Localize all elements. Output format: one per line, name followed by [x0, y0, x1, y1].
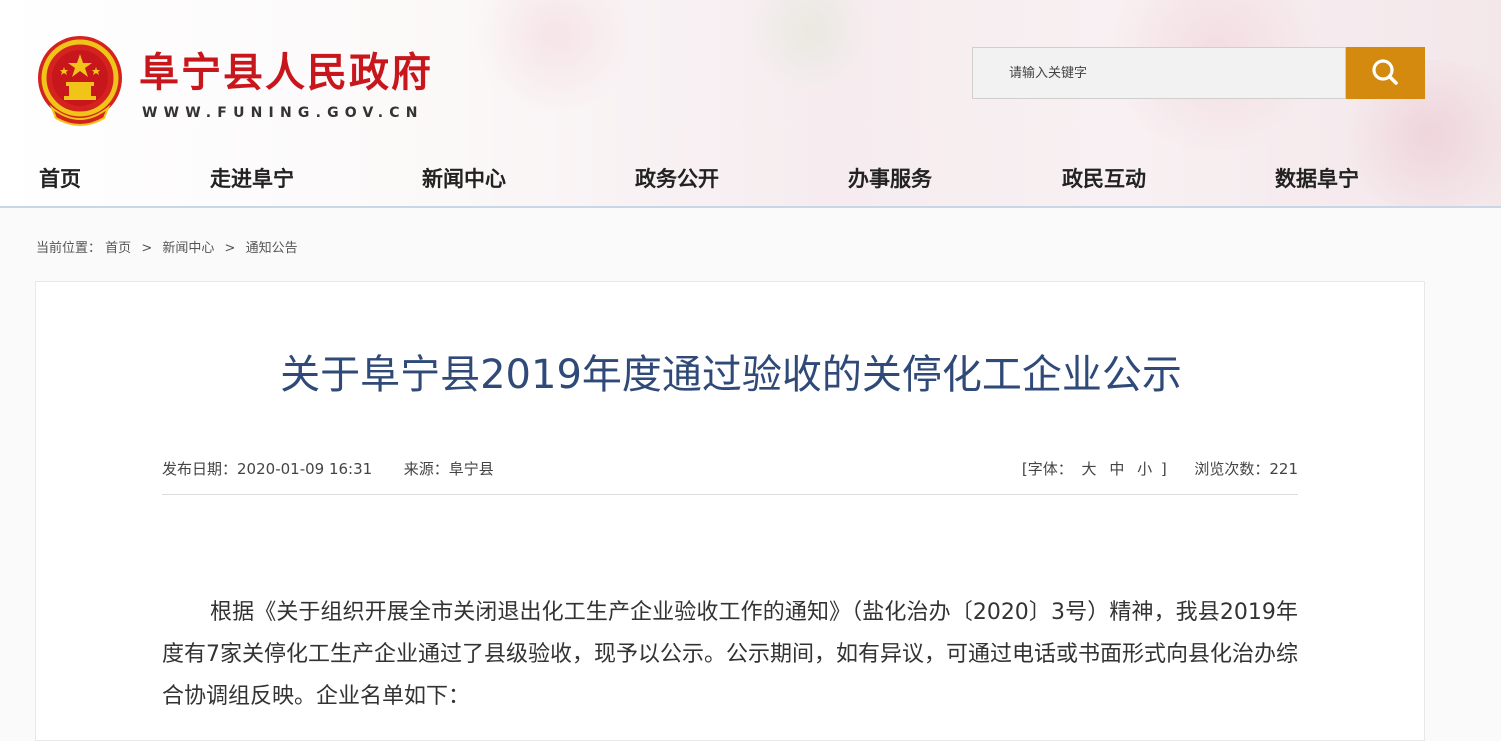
header-decoration — [470, 0, 640, 110]
font-size-small-button[interactable]: 小 — [1137, 460, 1152, 478]
search-box — [972, 47, 1346, 99]
nav-item-news[interactable]: 新闻中心 — [422, 163, 506, 193]
breadcrumb-link-home[interactable]: 首页 — [105, 241, 131, 256]
breadcrumb: 当前位置： 首页 > 新闻中心 > 通知公告 — [36, 237, 298, 256]
nav-item-data[interactable]: 数据阜宁 — [1275, 163, 1359, 193]
nav-item-home[interactable]: 首页 — [39, 163, 81, 193]
search-button[interactable] — [1346, 47, 1425, 99]
main-nav: 首页 走进阜宁 新闻中心 政务公开 办事服务 政民互动 数据阜宁 — [0, 150, 1501, 208]
nav-item-gov[interactable]: 政务公开 — [635, 163, 719, 193]
site-url: WWW.FUNING.GOV.CN — [142, 105, 424, 121]
nav-item-services[interactable]: 办事服务 — [848, 163, 932, 193]
breadcrumb-link-news[interactable]: 新闻中心 — [162, 241, 214, 256]
font-size-medium-button[interactable]: 中 — [1109, 460, 1124, 478]
article-title: 关于阜宁县2019年度通过验收的关停化工企业公示 — [280, 352, 1182, 398]
breadcrumb-prefix: 当前位置： — [36, 241, 102, 256]
meta-divider — [162, 494, 1298, 495]
nav-item-interact[interactable]: 政民互动 — [1062, 163, 1146, 193]
breadcrumb-separator: > — [141, 241, 153, 256]
article-meta-left: 发布日期：2020-01-09 16:31 来源：阜宁县 — [162, 458, 494, 479]
font-size-label: [字体： — [1021, 460, 1073, 478]
article-meta-right: [字体： 大 中 小 ] 浏览次数：221 — [1022, 458, 1298, 479]
search-input[interactable] — [973, 48, 1333, 98]
views-count: 221 — [1269, 460, 1298, 478]
national-emblem-icon[interactable] — [36, 34, 124, 126]
header-decoration — [740, 0, 880, 90]
source-value: 阜宁县 — [448, 460, 494, 478]
search-icon — [1372, 59, 1398, 85]
nav-divider — [0, 206, 1501, 208]
article-body: 根据《关于组织开展全市关闭退出化工生产企业验收工作的通知》（盐化治办〔2020〕… — [162, 592, 1298, 718]
font-size-large-button[interactable]: 大 — [1082, 460, 1097, 478]
breadcrumb-link-notices[interactable]: 通知公告 — [246, 241, 298, 256]
article-paragraph: 根据《关于组织开展全市关闭退出化工生产企业验收工作的通知》（盐化治办〔2020〕… — [162, 600, 1299, 709]
views-label: 浏览次数： — [1194, 460, 1270, 478]
article-panel: 关于阜宁县2019年度通过验收的关停化工企业公示 发布日期：2020-01-09… — [35, 281, 1425, 741]
breadcrumb-separator: > — [224, 241, 236, 256]
site-title[interactable]: 阜宁县人民政府 — [139, 40, 433, 98]
source-label: 来源： — [403, 460, 449, 478]
publish-date: 2020-01-09 16:31 — [237, 460, 373, 478]
font-size-close: ] — [1160, 460, 1167, 478]
publish-date-label: 发布日期： — [162, 460, 238, 478]
site-header: 阜宁县人民政府 WWW.FUNING.GOV.CN 首页 走进阜宁 新闻中心 政… — [0, 0, 1501, 208]
nav-item-about[interactable]: 走进阜宁 — [210, 163, 294, 193]
